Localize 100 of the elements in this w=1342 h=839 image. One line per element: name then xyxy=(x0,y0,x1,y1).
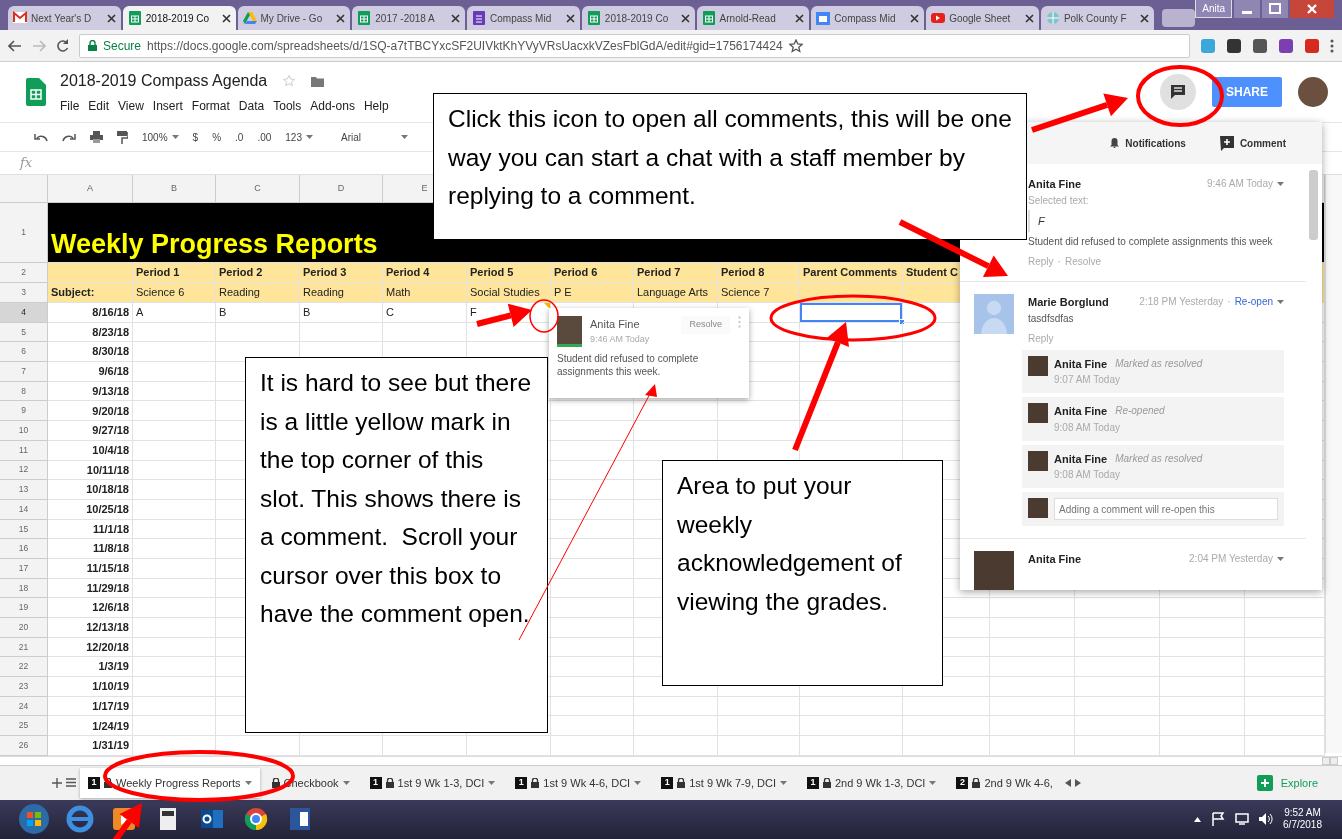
sheet-tab[interactable]: 1 1st 9 Wk 7-9, DCI xyxy=(653,767,795,798)
date-cell: 10/11/18 xyxy=(48,460,133,481)
resolve-button[interactable]: Resolve xyxy=(681,316,730,334)
toolbar-button[interactable]: $ xyxy=(192,129,199,145)
date-cell: 12/13/18 xyxy=(48,618,133,638)
date-cell: 1/17/19 xyxy=(48,696,133,717)
document-title[interactable]: 2018-2019 Compass Agenda xyxy=(60,69,268,93)
date-cell: 11/1/18 xyxy=(48,519,133,540)
callout-text: Area to put your weekly acknowledgement of viewing the grades. xyxy=(662,460,943,686)
grade-cell: C xyxy=(383,303,467,323)
date-cell: 11/29/18 xyxy=(48,578,133,599)
sheet-tab[interactable]: 1 2nd 9 Wk 1-3, DCI xyxy=(798,767,945,798)
clock[interactable]: 9:52 AM 6/7/2018 xyxy=(1283,806,1322,832)
date-cell: 1/24/19 xyxy=(48,716,133,737)
sheet-tab[interactable]: 1 1st 9 Wk 4-6, DCI xyxy=(507,767,650,798)
add-comment-button[interactable]: Comment xyxy=(1219,135,1286,151)
formula-label: fx xyxy=(20,154,33,173)
browser-tab[interactable]: Next Year's D xyxy=(8,6,121,30)
comment-author: Anita Fine xyxy=(1054,451,1108,467)
browser-tab[interactable]: 2017 -2018 A xyxy=(352,6,466,30)
row-label: Subject: xyxy=(48,283,133,303)
date-cell: 9/27/18 xyxy=(48,421,133,441)
column-header: A xyxy=(48,175,133,203)
row-number: 16 xyxy=(0,539,48,559)
tab-number: 2 xyxy=(956,776,969,789)
row-number: 12 xyxy=(0,460,48,481)
toolbar-button[interactable]: 123 xyxy=(285,129,313,145)
browser-tab[interactable]: Compass Mid xyxy=(467,6,580,30)
row-number: 13 xyxy=(0,480,48,500)
browser-tab[interactable]: 2018-2019 Co xyxy=(581,6,695,30)
toolbar-button[interactable]: .0 xyxy=(235,129,244,145)
sheet-tab[interactable]: 1 1st 9 Wk 1-3, DCI xyxy=(361,767,504,798)
sheet-tab[interactable]: 2 2nd 9 Wk 4-6, xyxy=(948,767,1061,798)
row-number: 7 xyxy=(0,362,48,382)
browser-tab[interactable]: My Drive - Go xyxy=(237,6,351,30)
status-text: Marked as resolved xyxy=(1115,451,1203,466)
menu-item[interactable]: Data xyxy=(238,97,265,115)
date-cell: 1/31/19 xyxy=(48,736,133,756)
column-label: Period 1 xyxy=(133,263,216,283)
browser-tab[interactable]: Compass Mid xyxy=(811,6,925,30)
secure-label: Secure xyxy=(103,37,142,55)
row-number: 4 xyxy=(0,303,48,323)
notifications-button[interactable]: Notifications xyxy=(1110,135,1186,151)
address-bar[interactable]: Secure https://docs.google.com/spreadsheets/d/1SQ-a7tTBCYxcSF2UIVktKhYVyVRsUacxkVZesFblGdA/edit#gid=1756174424 xyxy=(79,33,1190,58)
status-text: Re-opened xyxy=(1115,404,1165,418)
row-number: 17 xyxy=(0,558,48,579)
column-label: Period 3 xyxy=(300,263,383,283)
menu-item[interactable]: Help xyxy=(363,97,389,115)
date-cell: 9/20/18 xyxy=(48,401,133,422)
menu-item[interactable]: Edit xyxy=(88,97,110,115)
column-label: Period 8 xyxy=(718,263,800,283)
comment-time: 9:08 AM Today xyxy=(1054,420,1121,435)
toolbar-button[interactable]: 100% xyxy=(142,129,179,145)
subject-label: Science 7 xyxy=(718,283,800,303)
row-number: 1 xyxy=(0,203,48,263)
comment-author: Anita Fine xyxy=(590,317,641,332)
comment-author: Anita Fine xyxy=(1028,177,1082,192)
menu-item[interactable]: File xyxy=(60,97,80,115)
browser-tab[interactable]: 2018-2019 Co xyxy=(122,6,236,30)
date-cell: 8/16/18 xyxy=(48,303,133,323)
row-number: 20 xyxy=(0,618,48,638)
toolbar-button[interactable]: Arial xyxy=(341,129,408,145)
date-cell: 10/4/18 xyxy=(48,440,133,461)
row-number: 3 xyxy=(0,283,48,303)
row-number: 24 xyxy=(0,696,48,717)
column-header: C xyxy=(216,175,300,203)
sheet-tab[interactable]: 1 Weekly Progress Reports xyxy=(80,767,260,798)
comment-author: Anita Fine xyxy=(1028,552,1082,567)
comment-author: Anita Fine xyxy=(1054,356,1108,372)
browser-tab[interactable]: Google Sheet xyxy=(926,6,1039,30)
menu-item[interactable]: Format xyxy=(191,97,230,115)
date-cell: 1/10/19 xyxy=(48,677,133,697)
toolbar-button[interactable]: % xyxy=(212,129,222,145)
date-cell: 9/13/18 xyxy=(48,381,133,402)
row-number: 10 xyxy=(0,421,48,441)
grade-cell: A xyxy=(133,303,216,323)
column-header: D xyxy=(300,175,383,203)
menu-item[interactable]: View xyxy=(118,97,144,115)
comment-time: 9:08 AM Today xyxy=(1054,468,1121,482)
sheet-title: Weekly Progress Reports xyxy=(51,230,378,262)
browser-tab[interactable]: Polk County F xyxy=(1040,6,1154,30)
callout-text: Click this icon to open all comments, this will be one way you can start a chat with a staff member by replying to a comment. xyxy=(433,93,1027,240)
comment-author: Anita Fine xyxy=(1054,404,1108,419)
browser-tab[interactable]: Arnold-Read xyxy=(696,6,810,30)
separator: · xyxy=(1057,255,1061,269)
selected-text-label: Selected text: xyxy=(1028,193,1090,208)
menu-item[interactable]: Add-ons xyxy=(310,97,355,115)
comment-text: Student did refused to complete assignments this week. xyxy=(557,353,700,378)
date-cell: 10/25/18 xyxy=(48,499,133,520)
row-number: 19 xyxy=(0,598,48,618)
menu-item[interactable]: Insert xyxy=(152,97,183,115)
column-header: B xyxy=(133,175,216,203)
subject-label: P E xyxy=(551,283,634,303)
reopen-link[interactable]: Re-open xyxy=(1234,294,1273,309)
toolbar-button[interactable]: .00 xyxy=(257,129,272,145)
row-number: 5 xyxy=(0,322,48,343)
tab-number: 1 xyxy=(369,776,382,789)
menu-item[interactable]: Tools xyxy=(273,97,302,115)
reply-field[interactable]: Adding a comment will re-open this xyxy=(1054,498,1278,520)
date-cell: 8/30/18 xyxy=(48,342,133,363)
